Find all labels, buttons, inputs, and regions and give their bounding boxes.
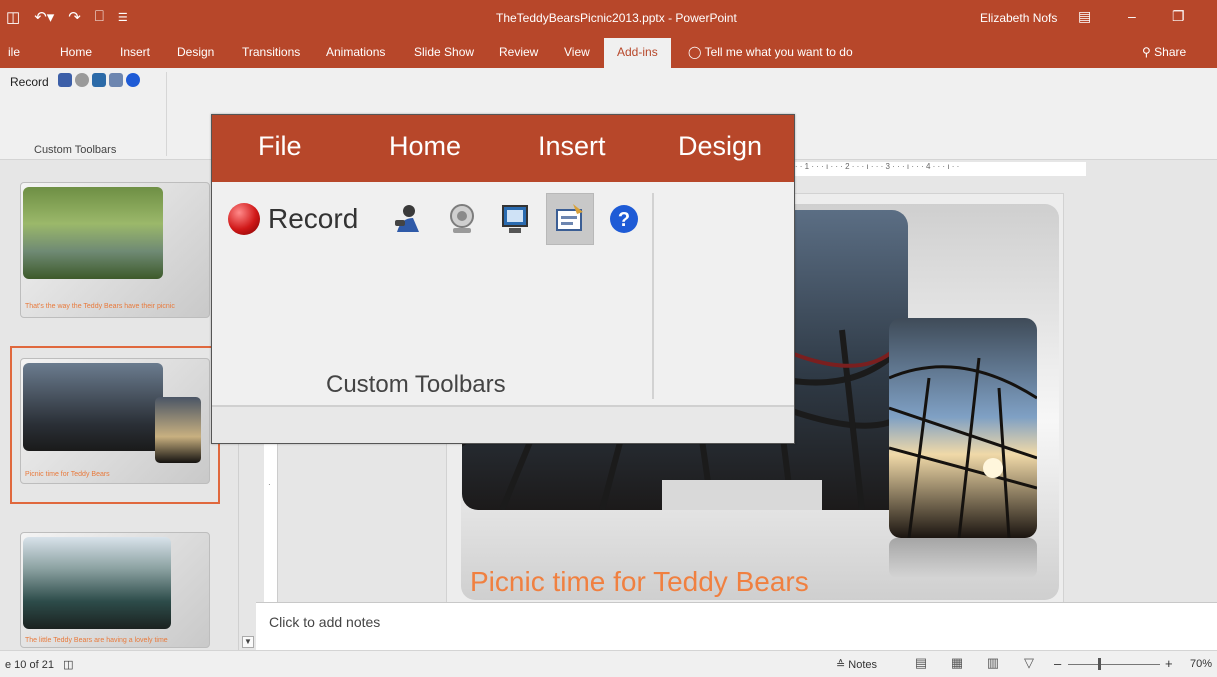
slide-thumbnail-9[interactable]: That's the way the Teddy Bears have thei…	[20, 182, 210, 318]
ruler-tick: ·	[268, 480, 271, 489]
user-name[interactable]: Elizabeth Nofs	[980, 11, 1057, 25]
ride-photo	[23, 537, 171, 629]
horizontal-ruler: · · · 1 · · · ı · · · 2 · · · ı · · · 3 …	[790, 162, 1086, 176]
slide-counter: e 10 of 21 ◫	[5, 658, 74, 671]
zoom-out-icon[interactable]: –	[1054, 656, 1061, 671]
coaster-silhouette-graphic	[889, 357, 1037, 538]
coaster-inset-photo	[155, 397, 201, 463]
tab-slide-show[interactable]: Slide Show	[414, 45, 474, 59]
tab-review[interactable]: Review	[499, 45, 538, 59]
narrator-icon[interactable]	[384, 193, 432, 245]
river-photo	[23, 187, 163, 279]
share-button[interactable]: ⚲ Share	[1142, 45, 1186, 59]
ribbon-toolbar-icons	[58, 73, 140, 87]
tab-add-ins[interactable]: Add-ins	[604, 38, 671, 68]
window-title: TheTeddyBearsPicnic2013.pptx - PowerPoin…	[496, 11, 737, 25]
svg-text:?: ?	[618, 209, 630, 231]
slide-counter-label: e 10 of 21	[5, 659, 54, 671]
slide-thumbnail-10[interactable]: Picnic time for Teddy Bears	[20, 358, 210, 484]
callout-tab-insert[interactable]: Insert	[538, 131, 606, 162]
coaster-photo	[23, 363, 163, 451]
tab-file[interactable]: ile	[8, 45, 20, 59]
thumbnail-caption: Picnic time for Teddy Bears	[25, 471, 110, 478]
scroll-down-icon[interactable]: ▼	[242, 636, 254, 648]
thumbnail-caption: That's the way the Teddy Bears have thei…	[25, 303, 175, 310]
thumbnail-caption: The little Teddy Bears are having a love…	[25, 637, 168, 644]
help-icon[interactable]	[126, 73, 140, 87]
help-icon[interactable]: ?	[600, 193, 648, 245]
slide-export-icon[interactable]	[109, 73, 123, 87]
title-bar: ◫ ↶▾ ↷ ⎕ ☰ TheTeddyBearsPicnic2013.pptx …	[0, 0, 1217, 36]
normal-view-icon[interactable]: ▤	[912, 655, 930, 671]
person-icon: ⚲	[1142, 45, 1151, 59]
callout-tab-home[interactable]: Home	[389, 131, 461, 162]
slide-export-icon[interactable]	[546, 193, 594, 245]
notes-pane[interactable]: Click to add notes	[256, 602, 1217, 650]
ribbon-separator	[166, 72, 167, 156]
tab-view[interactable]: View	[564, 45, 590, 59]
screen-capture-icon[interactable]	[492, 193, 540, 245]
undo-icon[interactable]: ↶▾	[34, 8, 54, 26]
ribbon-tabs: ile Home Insert Design Transitions Anima…	[0, 36, 1217, 68]
tell-me-label: Tell me what you want to do	[704, 45, 853, 59]
spelling-check-icon[interactable]: ◫	[63, 659, 73, 671]
tab-design[interactable]: Design	[177, 45, 214, 59]
callout-record-label: Record	[268, 203, 359, 234]
screen-capture-icon[interactable]	[92, 73, 106, 87]
reading-view-icon[interactable]: ▥	[984, 655, 1002, 671]
restore-icon[interactable]: ❐	[1172, 8, 1185, 25]
zoomed-ribbon-callout: File Home Insert Design Record ? Custom …	[211, 114, 795, 444]
quick-access-toolbar: ◫ ↶▾ ↷ ⎕ ☰	[6, 8, 128, 26]
callout-tab-file[interactable]: File	[258, 131, 302, 162]
present-icon[interactable]: ⎕	[95, 8, 104, 26]
callout-tab-design[interactable]: Design	[678, 131, 762, 162]
minimize-icon[interactable]: –	[1128, 8, 1136, 24]
callout-bottom-strip	[212, 405, 794, 443]
status-bar: e 10 of 21 ◫ ≙ Notes ▤ ▦ ▥ ▽ – + 70%	[0, 650, 1217, 677]
zoom-slider-thumb[interactable]	[1098, 658, 1101, 670]
tab-transitions[interactable]: Transitions	[242, 45, 300, 59]
webcam-icon[interactable]	[75, 73, 89, 87]
lightbulb-icon: ◯	[688, 45, 702, 59]
zoom-in-icon[interactable]: +	[1165, 656, 1173, 671]
tab-home[interactable]: Home	[60, 45, 92, 59]
slide-title[interactable]: Picnic time for Teddy Bears	[470, 566, 809, 598]
tab-animations[interactable]: Animations	[326, 45, 385, 59]
redo-icon[interactable]: ↷	[68, 8, 81, 26]
callout-record-button[interactable]: Record	[228, 203, 358, 235]
ribbon-record-button[interactable]: Record	[10, 75, 49, 89]
zoom-slider[interactable]	[1068, 664, 1160, 665]
webcam-icon[interactable]	[438, 193, 486, 245]
share-label: Share	[1154, 45, 1187, 59]
tell-me-box[interactable]: ◯ Tell me what you want to do	[688, 45, 853, 59]
slide-thumbnail-11[interactable]: The little Teddy Bears are having a love…	[20, 532, 210, 648]
record-icon	[228, 203, 260, 235]
zoom-level[interactable]: 70%	[1190, 658, 1212, 670]
powerpoint-window: ◫ ↶▾ ↷ ⎕ ☰ TheTeddyBearsPicnic2013.pptx …	[0, 0, 1217, 677]
ribbon-display-icon[interactable]: ▤	[1078, 8, 1091, 25]
callout-toolbar-icons: ?	[384, 193, 648, 245]
save-icon[interactable]: ◫	[6, 8, 20, 26]
tab-insert[interactable]: Insert	[120, 45, 150, 59]
callout-group-label: Custom Toolbars	[326, 371, 506, 398]
ribbon-group-label: Custom Toolbars	[34, 144, 117, 156]
photo-reflection	[889, 538, 1037, 578]
sunset-coaster-photo[interactable]	[889, 318, 1037, 538]
slide-show-icon[interactable]: ▽	[1020, 655, 1038, 671]
slide-sorter-icon[interactable]: ▦	[948, 655, 966, 671]
slide-thumbnail-pane[interactable]: That's the way the Teddy Bears have thei…	[0, 160, 238, 650]
narrator-icon[interactable]	[58, 73, 72, 87]
callout-group-separator	[652, 193, 654, 399]
customize-qat-icon[interactable]: ☰	[118, 8, 128, 26]
vertical-ruler: ·	[264, 430, 278, 602]
notes-placeholder[interactable]: Click to add notes	[269, 614, 380, 630]
callout-tab-strip: File Home Insert Design	[212, 115, 794, 182]
notes-toggle-button[interactable]: ≙ Notes	[836, 658, 877, 671]
